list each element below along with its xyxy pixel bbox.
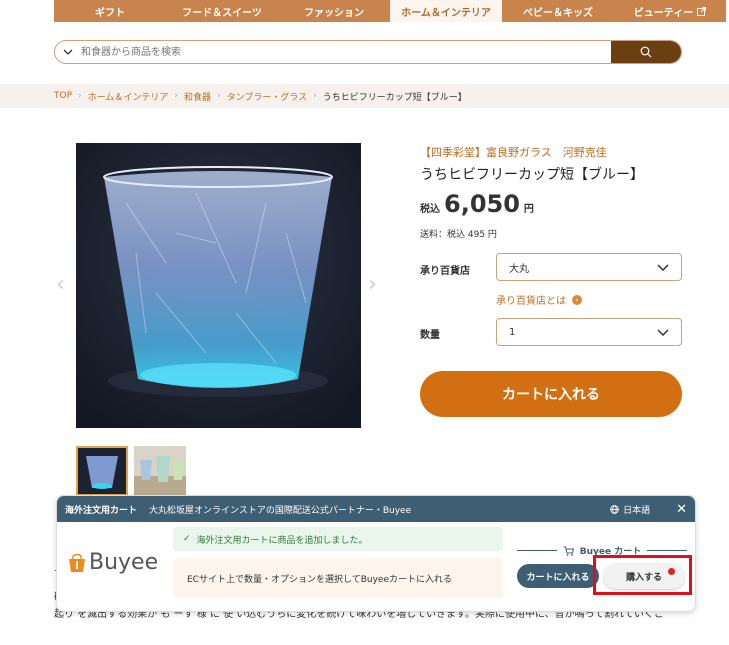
highlight-box xyxy=(593,555,692,595)
price-currency: 円 xyxy=(523,204,534,215)
thumbnail-2[interactable] xyxy=(134,446,186,496)
language-selector[interactable]: 日本語 xyxy=(610,503,650,516)
store-info-link[interactable]: 承り百貨店とは › xyxy=(496,292,582,307)
breadcrumb-link[interactable]: タンブラー・グラス xyxy=(227,90,308,103)
thumbnail-strip xyxy=(76,446,186,496)
tab-fashion[interactable]: ファッション xyxy=(278,0,390,22)
chevron-right-icon: › xyxy=(313,91,317,101)
tab-label: ベビー＆キッズ xyxy=(523,7,593,19)
quantity-select[interactable]: 1 xyxy=(496,318,682,346)
tab-gift[interactable]: ギフト xyxy=(54,0,166,22)
buyee-logo: Buyee xyxy=(67,550,158,575)
top-nav: ギフト フード＆スイーツ ファッション ホーム＆インテリア ベビー＆キッズ ビュ… xyxy=(54,0,726,22)
search-button[interactable] xyxy=(611,41,681,63)
tab-food-sweets[interactable]: フード＆スイーツ xyxy=(166,0,278,22)
success-notice-text: 海外注文用カートに商品を追加しました。 xyxy=(196,535,368,546)
tab-home-interior[interactable]: ホーム＆インテリア xyxy=(390,0,502,22)
tab-label: フード＆スイーツ xyxy=(182,7,262,19)
store-info-link-label: 承り百貨店とは xyxy=(496,296,566,307)
search-bar xyxy=(54,40,682,64)
shipping-fee: 送料：税込 495 円 xyxy=(420,230,497,240)
divider xyxy=(517,550,557,551)
search-input[interactable] xyxy=(81,41,611,63)
tab-label: ホーム＆インテリア xyxy=(401,7,491,19)
buyee-logo-text: Buyee xyxy=(89,550,159,575)
breadcrumb: TOP › ホーム＆インテリア › 和食器 › タンブラー・グラス › うちヒビフリーカ… xyxy=(0,84,729,108)
chevron-right-icon: › xyxy=(174,91,178,101)
prev-image-arrow[interactable]: ‹ xyxy=(56,272,65,297)
tab-label: ギフト xyxy=(95,7,125,19)
buyee-add-to-cart-button[interactable]: カートに入れる xyxy=(517,564,599,588)
price-tax-label: 税込 xyxy=(420,204,440,215)
globe-icon xyxy=(610,504,619,514)
tab-label: ビューティー xyxy=(633,7,694,19)
buyee-add-to-cart-label: カートに入れる xyxy=(526,572,590,583)
instruction-hint-text: ECサイト上で数量・オプションを選択してBuyeeカートに入れる xyxy=(187,574,452,585)
language-label: 日本語 xyxy=(623,505,651,516)
check-icon: ✓ xyxy=(183,534,191,544)
external-link-icon xyxy=(697,6,707,16)
popup-header-title: 海外注文用カート xyxy=(65,505,138,516)
divider xyxy=(647,550,688,551)
success-notice: ✓ 海外注文用カートに商品を追加しました。 xyxy=(173,527,503,551)
price-value: 6,050 xyxy=(444,190,520,218)
cart-icon xyxy=(563,546,574,556)
add-to-cart-button[interactable]: カートに入れる xyxy=(420,371,682,417)
next-image-arrow[interactable]: › xyxy=(368,272,377,297)
breadcrumb-current: うちヒビフリーカップ短【ブルー】 xyxy=(322,92,467,103)
store-label: 承り百貨店 xyxy=(420,266,470,277)
breadcrumb-link[interactable]: TOP xyxy=(54,91,72,101)
chevron-right-circle-icon: › xyxy=(572,294,582,305)
tab-baby-kids[interactable]: ベビー＆キッズ xyxy=(502,0,614,22)
tab-beauty[interactable]: ビューティー xyxy=(614,0,726,22)
popup-header-desc: 大丸松坂屋オンラインストアの国際配送公式パートナー・Buyee xyxy=(149,505,412,516)
popup-header: 海外注文用カート 大丸松坂屋オンラインストアの国際配送公式パートナー・Buyee… xyxy=(57,496,695,522)
chevron-right-icon: › xyxy=(78,91,82,101)
product-main-image xyxy=(76,143,361,428)
instruction-hint: ECサイト上で数量・オプションを選択してBuyeeカートに入れる xyxy=(173,558,503,598)
chevron-down-icon[interactable] xyxy=(55,41,81,63)
chevron-down-icon xyxy=(657,263,669,271)
quantity-select-value: 1 xyxy=(509,326,516,338)
close-icon[interactable]: ✕ xyxy=(676,502,687,517)
product-price: 税込 6,050 円 xyxy=(420,190,534,218)
chevron-down-icon xyxy=(657,328,669,336)
product-title: うちヒビフリーカップ短【ブルー】 xyxy=(420,167,644,183)
chevron-right-icon: › xyxy=(216,91,221,101)
add-to-cart-label: カートに入れる xyxy=(502,387,600,403)
quantity-label: 数量 xyxy=(420,330,440,341)
store-select-value: 大丸 xyxy=(509,263,529,275)
product-brand[interactable]: 【四季彩堂】富良野ガラス 河野克佳 xyxy=(420,144,607,160)
breadcrumb-link[interactable]: 和食器 xyxy=(184,90,211,103)
store-select[interactable]: 大丸 xyxy=(496,253,682,281)
thumbnail-1[interactable] xyxy=(76,446,128,496)
breadcrumb-link[interactable]: ホーム＆インテリア xyxy=(88,90,169,103)
tab-label: ファッション xyxy=(304,7,364,19)
search-icon xyxy=(640,46,652,58)
